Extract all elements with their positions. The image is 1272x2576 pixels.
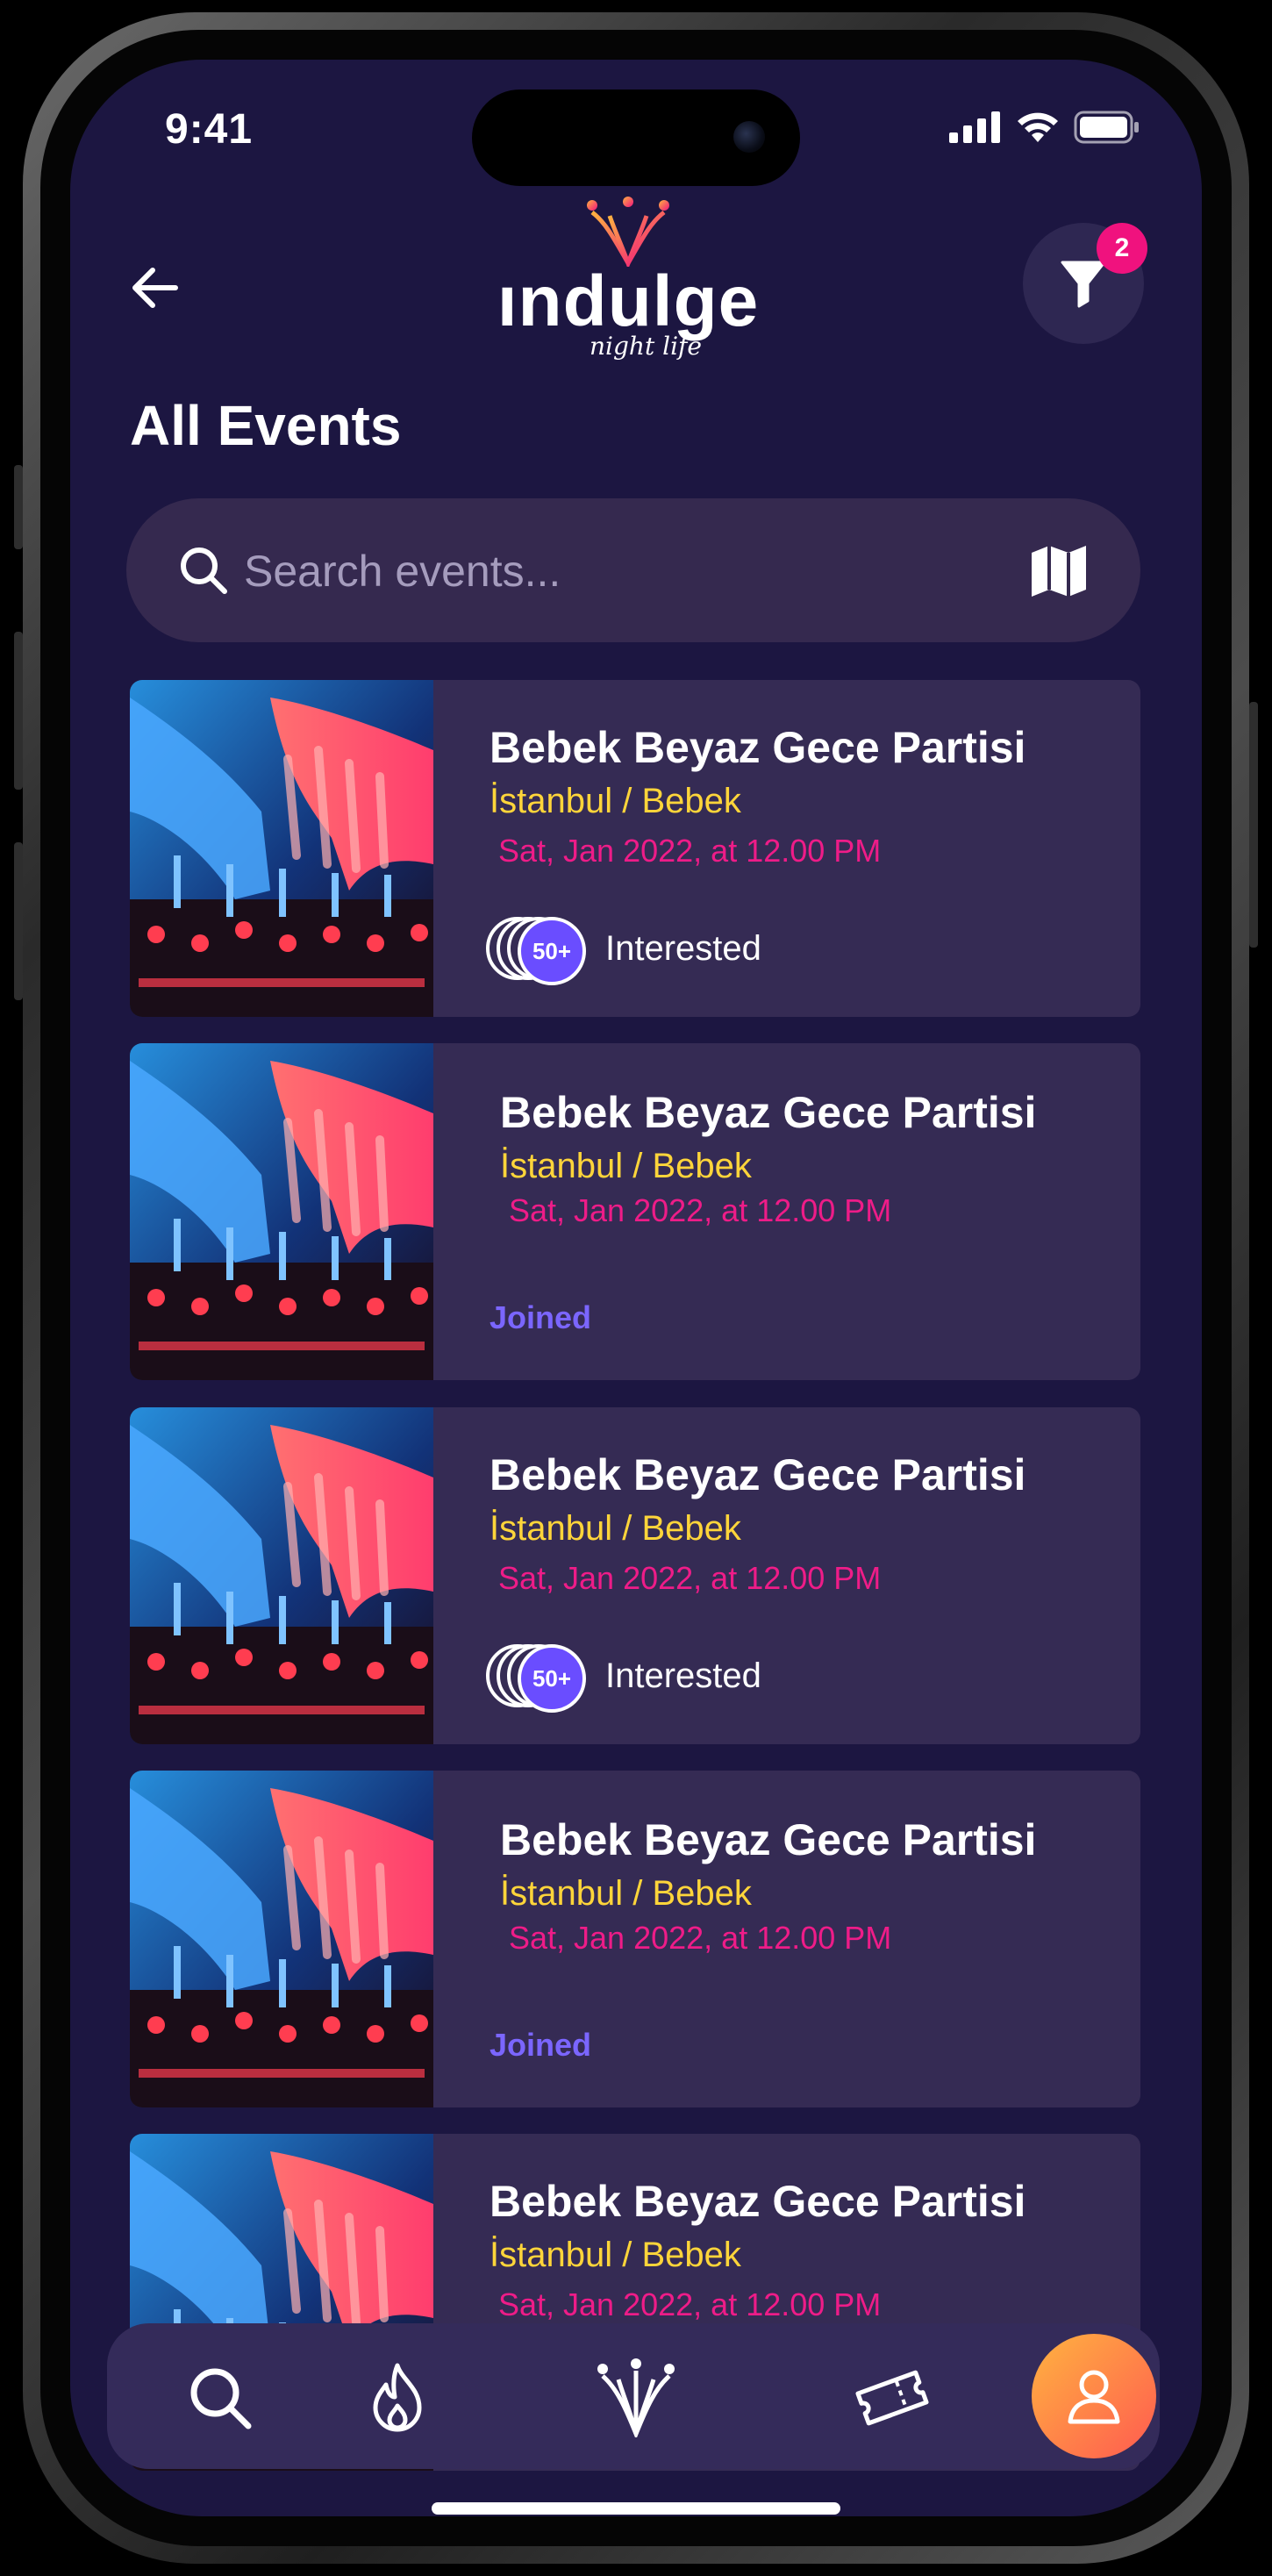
event-date: Sat, Jan 2022, at 12.00 PM — [509, 1192, 892, 1228]
search-bar — [126, 498, 1140, 642]
flame-icon — [373, 2363, 422, 2432]
wifi-icon — [1018, 112, 1058, 142]
joined-status: Joined — [490, 1299, 592, 1335]
event-date: Sat, Jan 2022, at 12.00 PM — [498, 833, 882, 869]
attendee-count: 50+ — [518, 1644, 586, 1713]
nav-profile[interactable] — [1032, 2334, 1156, 2458]
power-button — [1249, 702, 1258, 948]
event-image — [130, 1407, 433, 1744]
bottom-nav — [107, 2323, 1160, 2469]
map-icon[interactable] — [1030, 544, 1088, 598]
page-title: All Events — [130, 394, 402, 457]
attendee-count: 50+ — [518, 917, 586, 985]
event-location: İstanbul / Bebek — [500, 1147, 752, 1185]
battery-icon — [1074, 111, 1139, 144]
arrow-left-icon — [132, 268, 178, 308]
event-card[interactable]: Bebek Beyaz Gece Partisi İstanbul / Bebek… — [130, 1407, 1140, 1744]
event-card[interactable]: Bebek Beyaz Gece Partisi İstanbul / Bebek… — [130, 1043, 1140, 1380]
event-date: Sat, Jan 2022, at 12.00 PM — [498, 2286, 882, 2322]
status-icons — [949, 111, 1140, 144]
status-time: 9:41 — [165, 106, 254, 153]
interested-label: Interested — [605, 929, 761, 968]
app-screen: 9:41 ındulge night life 2 All Events Sea… — [70, 60, 1202, 2516]
nav-home[interactable] — [588, 2350, 684, 2446]
event-image — [130, 1771, 433, 2107]
event-location: İstanbul / Bebek — [500, 1874, 752, 1913]
event-date: Sat, Jan 2022, at 12.00 PM — [498, 1560, 882, 1596]
interested-label: Interested — [605, 1657, 761, 1695]
front-camera — [733, 121, 765, 153]
event-date: Sat, Jan 2022, at 12.00 PM — [509, 1920, 892, 1956]
home-indicator — [432, 2502, 840, 2515]
indulge-crown-logo-icon — [587, 197, 669, 267]
indulge-logo: ındulge night life — [497, 197, 760, 372]
funnel-icon — [1061, 261, 1106, 308]
event-title: Bebek Beyaz Gece Partisi — [500, 1815, 1037, 1864]
event-card[interactable]: Bebek Beyaz Gece Partisi İstanbul / Bebek… — [130, 680, 1140, 1017]
nav-search[interactable] — [172, 2350, 268, 2446]
volume-down-button — [14, 842, 23, 1000]
search-input[interactable] — [242, 533, 947, 609]
event-card[interactable]: Bebek Beyaz Gece Partisi İstanbul / Bebek… — [130, 1771, 1140, 2107]
nav-trending[interactable] — [349, 2350, 446, 2446]
ticket-icon — [855, 2370, 929, 2426]
filter-count-badge: 2 — [1097, 223, 1147, 274]
event-title: Bebek Beyaz Gece Partisi — [490, 1450, 1026, 1499]
search-icon — [181, 547, 227, 594]
back-button[interactable] — [121, 253, 191, 323]
event-location: İstanbul / Bebek — [490, 2236, 741, 2274]
volume-up-button — [14, 632, 23, 790]
event-title: Bebek Beyaz Gece Partisi — [500, 1088, 1037, 1137]
event-location: İstanbul / Bebek — [490, 782, 741, 820]
attendee-avatars: 50+ — [486, 1644, 591, 1714]
profile-icon — [1068, 2370, 1120, 2424]
search-icon — [190, 2368, 252, 2429]
event-image — [130, 680, 433, 1017]
event-title: Bebek Beyaz Gece Partisi — [490, 2177, 1026, 2226]
event-location: İstanbul / Bebek — [490, 1509, 741, 1548]
attendee-avatars: 50+ — [486, 917, 591, 987]
dynamic-island — [472, 89, 800, 186]
joined-status: Joined — [490, 2027, 592, 2063]
action-button — [14, 465, 23, 549]
indulge-crown-icon — [597, 2358, 675, 2437]
event-image — [130, 1043, 433, 1380]
logo-wordmark: ındulge — [497, 261, 760, 341]
cellular-signal-icon — [949, 111, 1000, 143]
event-title: Bebek Beyaz Gece Partisi — [490, 723, 1026, 772]
nav-tickets[interactable] — [844, 2350, 940, 2446]
